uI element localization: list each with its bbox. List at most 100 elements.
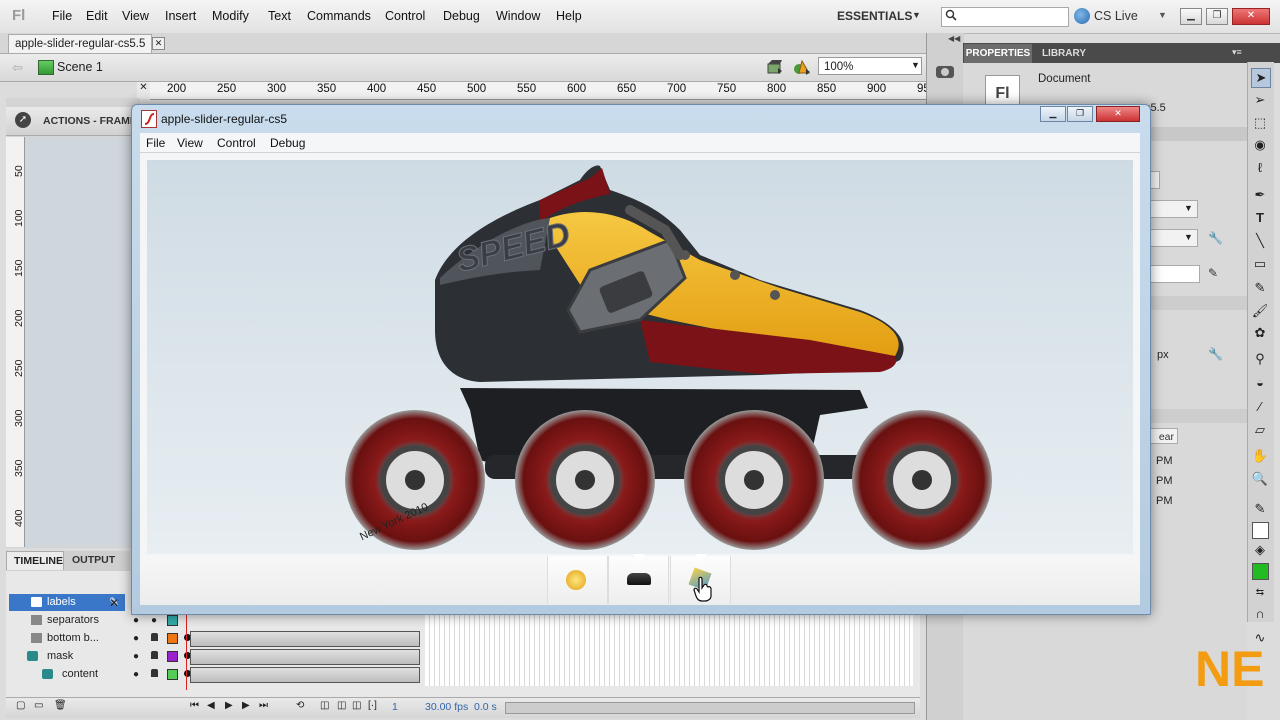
go-to-last-frame-icon[interactable]: ⏭: [259, 700, 268, 711]
layer-name[interactable]: bottom b...: [47, 630, 99, 647]
maximize-button[interactable]: ❐: [1206, 8, 1228, 25]
layer-row[interactable]: mask ●: [9, 648, 420, 665]
cs-live-icon[interactable]: [1074, 8, 1090, 24]
zoom-tool-icon[interactable]: 🔍: [1251, 470, 1269, 488]
tab-properties[interactable]: PROPERTIES: [964, 44, 1032, 63]
player-menu-control[interactable]: Control: [217, 136, 256, 150]
edit-scene-icon[interactable]: [766, 59, 784, 75]
menu-insert[interactable]: Insert: [165, 9, 196, 23]
lock-icon[interactable]: [151, 669, 158, 677]
trash-icon[interactable]: 🗑: [54, 700, 67, 711]
layer-color-swatch[interactable]: [167, 633, 178, 644]
free-transform-tool-icon[interactable]: ⬚: [1251, 114, 1269, 132]
zoom-select[interactable]: 100%: [818, 57, 922, 75]
selection-tool-icon[interactable]: ➤: [1251, 68, 1271, 88]
onion-outline-icon[interactable]: ◫: [337, 700, 346, 711]
edit-multiple-frames-icon[interactable]: ◫: [352, 700, 361, 711]
lasso-tool-icon[interactable]: ℓ: [1251, 159, 1269, 177]
chevron-down-icon[interactable]: ▼: [911, 60, 920, 70]
layer-row[interactable]: bottom b... ●: [9, 630, 420, 647]
field[interactable]: [1150, 171, 1160, 189]
pencil-tool-icon[interactable]: ✎: [1251, 279, 1269, 297]
snap-icon[interactable]: ∩: [1251, 605, 1269, 623]
chevron-down-icon[interactable]: ▼: [912, 10, 921, 20]
visibility-dot[interactable]: ●: [133, 666, 139, 683]
onion-skin-icon[interactable]: ◫: [320, 700, 329, 711]
deco-tool-icon[interactable]: ✿: [1251, 324, 1269, 342]
frame-span[interactable]: [190, 649, 420, 665]
minimize-button[interactable]: ▁: [1180, 8, 1202, 25]
menu-text[interactable]: Text: [268, 9, 291, 23]
new-folder-icon[interactable]: ▭: [34, 700, 43, 711]
wrench-icon[interactable]: 🔧: [1208, 231, 1223, 245]
workspace-switcher[interactable]: ESSENTIALS: [837, 9, 912, 23]
swap-colors-icon[interactable]: ⇆: [1251, 584, 1269, 602]
bone-tool-icon[interactable]: ⚲: [1251, 350, 1269, 368]
wrench-icon[interactable]: 🔧: [1208, 347, 1223, 361]
3d-rotation-tool-icon[interactable]: ◉: [1251, 136, 1269, 154]
close-button[interactable]: ✕: [1096, 106, 1140, 122]
eraser-tool-icon[interactable]: ▱: [1251, 421, 1269, 439]
visibility-dot[interactable]: ●: [133, 648, 139, 665]
back-arrow-icon[interactable]: ⇦: [12, 60, 23, 76]
maximize-button[interactable]: ❐: [1067, 106, 1093, 122]
eyedropper-tool-icon[interactable]: ⁄: [1251, 398, 1269, 416]
play-icon[interactable]: ▶: [225, 700, 233, 711]
text-field[interactable]: [1150, 265, 1200, 283]
go-to-first-frame-icon[interactable]: ⏮: [190, 700, 199, 711]
line-tool-icon[interactable]: ╲: [1251, 232, 1269, 250]
menu-control[interactable]: Control: [385, 9, 425, 23]
ruler-corner[interactable]: ✕: [137, 82, 150, 99]
lock-icon[interactable]: [151, 633, 158, 641]
modify-markers-icon[interactable]: [·]: [368, 700, 377, 711]
menu-modify[interactable]: Modify: [212, 9, 249, 23]
fill-color-icon[interactable]: ◈: [1251, 541, 1269, 559]
hand-tool-icon[interactable]: ✋: [1251, 447, 1269, 465]
chevron-down-icon[interactable]: ▼: [1184, 203, 1193, 213]
minimize-button[interactable]: ▁: [1040, 106, 1066, 122]
current-frame[interactable]: 1: [392, 701, 398, 713]
stage-canvas[interactable]: [25, 137, 140, 547]
tab-library[interactable]: LIBRARY: [1036, 44, 1092, 63]
visibility-dot[interactable]: ●: [133, 630, 139, 647]
paint-bucket-tool-icon[interactable]: ◒: [1251, 374, 1269, 392]
menu-file[interactable]: File: [52, 9, 72, 23]
collapse-arrows-icon[interactable]: ◀◀: [948, 34, 960, 43]
menu-window[interactable]: Window: [496, 9, 540, 23]
player-menu-debug[interactable]: Debug: [270, 136, 305, 150]
menu-edit[interactable]: Edit: [86, 9, 108, 23]
menu-commands[interactable]: Commands: [307, 9, 371, 23]
layer-name[interactable]: labels: [47, 594, 76, 611]
layer-row[interactable]: content ●: [9, 666, 420, 683]
thumbnail-button[interactable]: [608, 554, 669, 604]
thumbnail-button[interactable]: [547, 556, 608, 604]
player-menu-file[interactable]: File: [146, 136, 165, 150]
frame-span[interactable]: [190, 631, 420, 647]
timeline-scrollbar[interactable]: [505, 702, 915, 714]
document-tab[interactable]: apple-slider-regular-cs5.5: [8, 34, 153, 53]
brush-tool-icon[interactable]: 🖌: [1251, 302, 1269, 320]
layer-name[interactable]: content: [62, 666, 98, 683]
panel-menu-icon[interactable]: ▾≡: [1232, 47, 1242, 58]
chevron-down-icon[interactable]: ▼: [1184, 232, 1193, 242]
cs-live-button[interactable]: CS Live: [1094, 9, 1138, 23]
layer-name[interactable]: separators: [47, 612, 99, 629]
menu-view[interactable]: View: [122, 9, 149, 23]
layer-color-swatch[interactable]: [167, 669, 178, 680]
frame-rate[interactable]: 30.00 fps: [425, 701, 468, 713]
step-forward-icon[interactable]: ▶: [242, 700, 250, 711]
stroke-swatch[interactable]: [1252, 522, 1269, 539]
layer-color-swatch[interactable]: [167, 651, 178, 662]
step-back-icon[interactable]: ◀: [207, 700, 215, 711]
player-menu-view[interactable]: View: [177, 136, 203, 150]
rectangle-tool-icon[interactable]: ▭: [1251, 255, 1269, 273]
chevron-down-icon[interactable]: ▼: [1158, 10, 1167, 20]
lock-icon[interactable]: [151, 651, 158, 659]
subselection-tool-icon[interactable]: ➢: [1251, 91, 1269, 109]
stroke-color-icon[interactable]: ✎: [1251, 500, 1269, 518]
help-search-input[interactable]: [941, 7, 1069, 27]
pencil-icon[interactable]: ✎: [1208, 266, 1222, 280]
panel-icon[interactable]: [934, 62, 956, 82]
layer-name[interactable]: mask: [47, 648, 73, 665]
menu-debug[interactable]: Debug: [443, 9, 480, 23]
